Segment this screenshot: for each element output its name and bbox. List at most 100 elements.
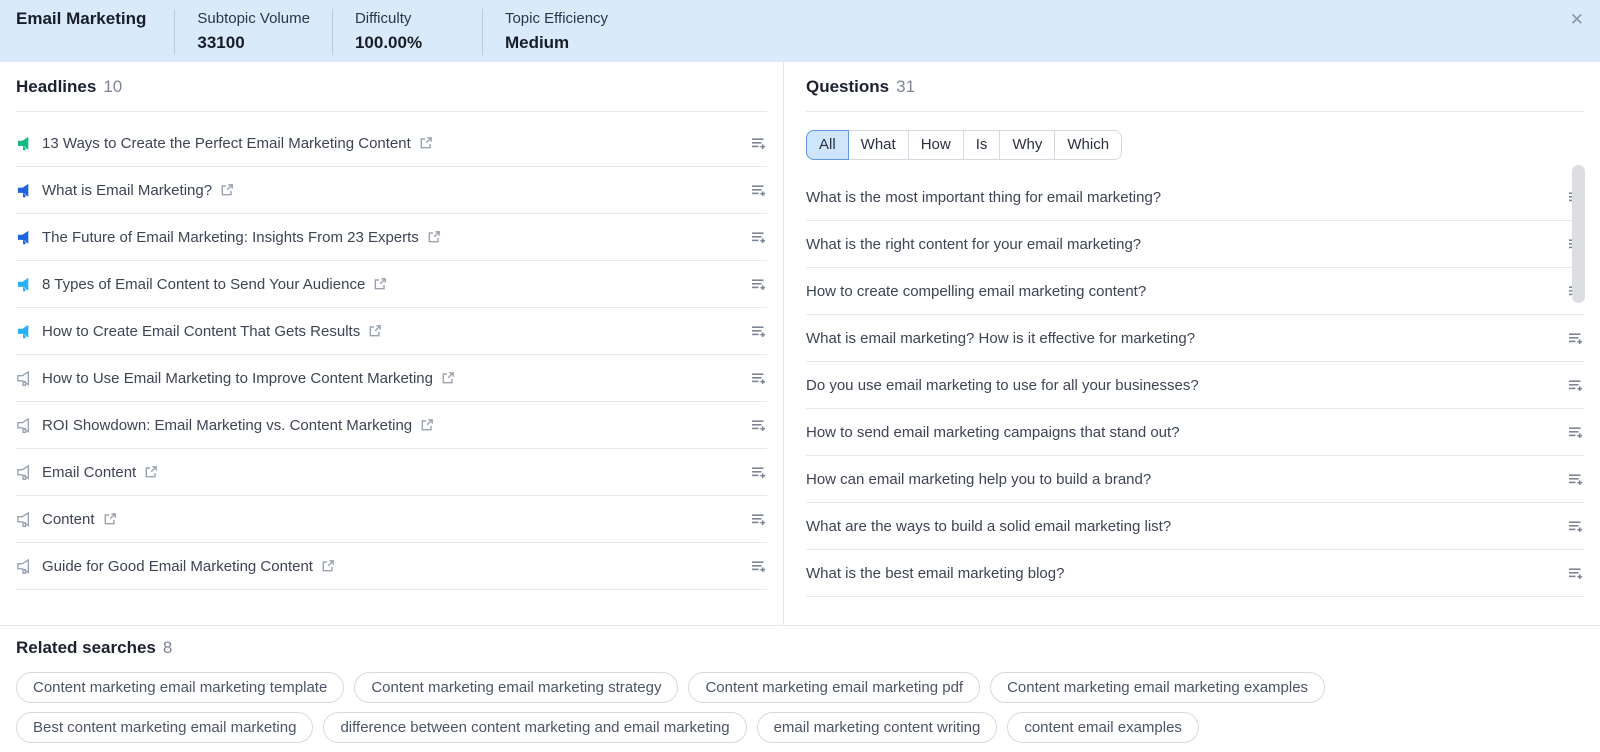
headline-row: Guide for Good Email Marketing Content	[16, 543, 767, 590]
headlines-count: 10	[103, 77, 122, 97]
add-to-list-icon[interactable]	[750, 370, 767, 387]
questions-panel: Questions 31 All What How Is Why Which W…	[784, 62, 1600, 625]
headlines-panel: Headlines 10 13 Ways to Create the Perfe…	[0, 62, 783, 625]
related-search-pill[interactable]: Content marketing email marketing templa…	[16, 672, 344, 703]
headline-link[interactable]: How to Create Email Content That Gets Re…	[42, 323, 360, 340]
external-link-icon[interactable]	[420, 418, 434, 432]
megaphone-icon	[16, 417, 33, 434]
headline-link[interactable]: The Future of Email Marketing: Insights …	[42, 229, 419, 246]
headline-link[interactable]: How to Use Email Marketing to Improve Co…	[42, 370, 433, 387]
add-to-list-icon[interactable]	[750, 417, 767, 434]
external-link-icon[interactable]	[427, 230, 441, 244]
add-to-list-icon[interactable]	[1567, 377, 1584, 394]
headline-row: ROI Showdown: Email Marketing vs. Conten…	[16, 402, 767, 449]
external-link-icon[interactable]	[419, 136, 433, 150]
megaphone-icon	[16, 558, 33, 575]
question-row: What is the most important thing for ema…	[806, 174, 1584, 221]
question-filter-tab[interactable]: Is	[963, 130, 1001, 160]
external-link-icon[interactable]	[373, 277, 387, 291]
headline-row: Content	[16, 496, 767, 543]
question-text[interactable]: How to send email marketing campaigns th…	[806, 424, 1180, 441]
topic-stats: Subtopic Volume 33100 Difficulty 100.00%…	[174, 9, 632, 55]
headline-link[interactable]: Guide for Good Email Marketing Content	[42, 558, 313, 575]
add-to-list-icon[interactable]	[750, 558, 767, 575]
add-to-list-icon[interactable]	[750, 276, 767, 293]
scrollbar-thumb[interactable]	[1572, 165, 1585, 303]
stat-label: Difficulty	[355, 9, 460, 29]
add-to-list-icon[interactable]	[750, 464, 767, 481]
question-text[interactable]: How to create compelling email marketing…	[806, 283, 1146, 300]
external-link-icon[interactable]	[321, 559, 335, 573]
questions-title: Questions	[806, 77, 889, 97]
related-search-pill[interactable]: Best content marketing email marketing	[16, 712, 313, 743]
stat-value: 100.00%	[355, 31, 460, 55]
stat-label: Topic Efficiency	[505, 9, 610, 29]
headline-link[interactable]: Content	[42, 511, 95, 528]
questions-count: 31	[896, 77, 915, 97]
external-link-icon[interactable]	[220, 183, 234, 197]
headlines-title: Headlines	[16, 77, 96, 97]
question-filters: All What How Is Why Which	[806, 130, 1584, 160]
question-text[interactable]: What are the ways to build a solid email…	[806, 518, 1171, 535]
topic-header: Email Marketing Subtopic Volume 33100 Di…	[0, 0, 1600, 62]
headline-row: The Future of Email Marketing: Insights …	[16, 214, 767, 261]
question-row: What is email marketing? How is it effec…	[806, 315, 1584, 362]
external-link-icon[interactable]	[144, 465, 158, 479]
add-to-list-icon[interactable]	[1567, 471, 1584, 488]
add-to-list-icon[interactable]	[750, 229, 767, 246]
question-filter-tab[interactable]: How	[908, 130, 964, 160]
question-text[interactable]: Do you use email marketing to use for al…	[806, 377, 1199, 394]
related-searches-section: Related searches 8 Content marketing ema…	[0, 625, 1600, 743]
questions-list: What is the most important thing for ema…	[806, 174, 1584, 597]
related-searches-header: Related searches 8	[16, 626, 1584, 670]
megaphone-icon	[16, 323, 33, 340]
related-search-pill[interactable]: difference between content marketing and…	[323, 712, 746, 743]
external-link-icon[interactable]	[368, 324, 382, 338]
add-to-list-icon[interactable]	[750, 135, 767, 152]
related-search-pill[interactable]: email marketing content writing	[757, 712, 998, 743]
headline-link[interactable]: Email Content	[42, 464, 136, 481]
external-link-icon[interactable]	[103, 512, 117, 526]
question-row: What is the best email marketing blog?	[806, 550, 1584, 597]
stat-value: 33100	[197, 31, 310, 55]
topic-stat: Difficulty 100.00%	[332, 9, 482, 55]
question-text[interactable]: How can email marketing help you to buil…	[806, 471, 1151, 488]
question-row: What is the right content for your email…	[806, 221, 1584, 268]
megaphone-icon	[16, 229, 33, 246]
external-link-icon[interactable]	[441, 371, 455, 385]
topic-stat: Topic Efficiency Medium	[482, 9, 632, 55]
question-filter-tab[interactable]: Which	[1054, 130, 1122, 160]
related-search-pill[interactable]: Content marketing email marketing pdf	[688, 672, 980, 703]
add-to-list-icon[interactable]	[750, 323, 767, 340]
related-searches-count: 8	[163, 638, 172, 658]
stat-label: Subtopic Volume	[197, 9, 310, 29]
headline-link[interactable]: 13 Ways to Create the Perfect Email Mark…	[42, 135, 411, 152]
related-search-pill[interactable]: Content marketing email marketing strate…	[354, 672, 678, 703]
question-filter-tab[interactable]: Why	[999, 130, 1055, 160]
question-row: What are the ways to build a solid email…	[806, 503, 1584, 550]
question-text[interactable]: What is the best email marketing blog?	[806, 565, 1064, 582]
headlines-list: 13 Ways to Create the Perfect Email Mark…	[16, 112, 767, 590]
related-search-pill[interactable]: content email examples	[1007, 712, 1199, 743]
add-to-list-icon[interactable]	[750, 511, 767, 528]
headline-link[interactable]: ROI Showdown: Email Marketing vs. Conten…	[42, 417, 412, 434]
megaphone-icon	[16, 135, 33, 152]
question-text[interactable]: What is email marketing? How is it effec…	[806, 330, 1195, 347]
add-to-list-icon[interactable]	[750, 182, 767, 199]
question-filter-tab[interactable]: What	[848, 130, 909, 160]
add-to-list-icon[interactable]	[1567, 330, 1584, 347]
headline-link[interactable]: 8 Types of Email Content to Send Your Au…	[42, 276, 365, 293]
question-row: How to send email marketing campaigns th…	[806, 409, 1584, 456]
question-filter-tab[interactable]: All	[806, 130, 849, 160]
add-to-list-icon[interactable]	[1567, 424, 1584, 441]
add-to-list-icon[interactable]	[1567, 565, 1584, 582]
question-row: Do you use email marketing to use for al…	[806, 362, 1584, 409]
megaphone-icon	[16, 182, 33, 199]
questions-header: Questions 31	[806, 62, 1584, 112]
close-button[interactable]: ✕	[1568, 8, 1586, 32]
add-to-list-icon[interactable]	[1567, 518, 1584, 535]
related-search-pill[interactable]: Content marketing email marketing exampl…	[990, 672, 1325, 703]
question-text[interactable]: What is the right content for your email…	[806, 236, 1141, 253]
question-text[interactable]: What is the most important thing for ema…	[806, 189, 1161, 206]
headline-link[interactable]: What is Email Marketing?	[42, 182, 212, 199]
